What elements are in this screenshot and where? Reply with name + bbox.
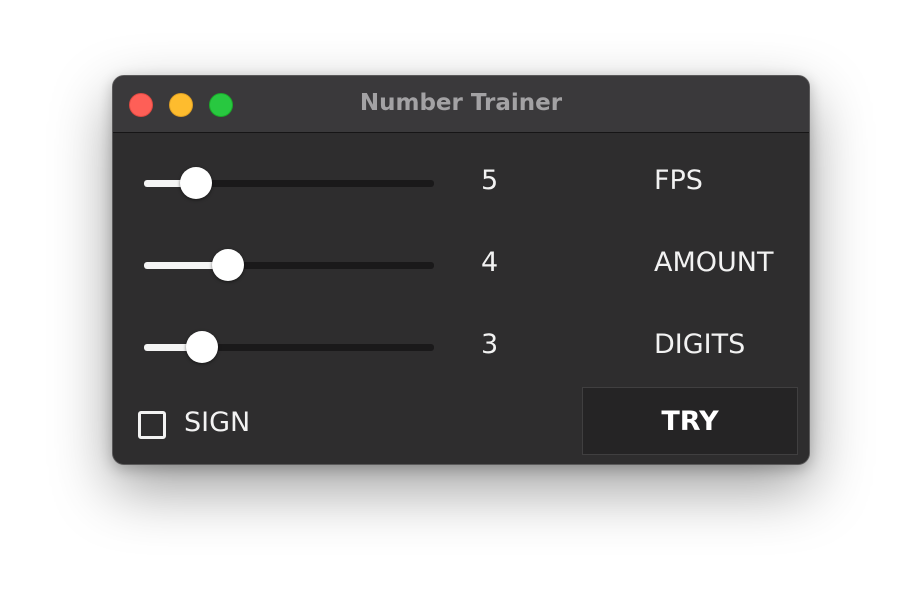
amount-slider[interactable]: [144, 245, 434, 285]
amount-row: 4 AMOUNT: [113, 245, 809, 305]
fps-value: 5: [481, 165, 499, 196]
sign-checkbox[interactable]: [138, 411, 166, 439]
sign-checkbox-label[interactable]: SIGN: [184, 407, 250, 438]
amount-label: AMOUNT: [654, 247, 774, 278]
slider-thumb[interactable]: [212, 249, 244, 281]
digits-label: DIGITS: [654, 329, 746, 360]
fps-slider[interactable]: [144, 163, 434, 203]
content-area: 5 FPS 4 AMOUNT 3 DIGITS SIGN TRY: [113, 133, 809, 464]
fps-row: 5 FPS: [113, 163, 809, 223]
title-bar[interactable]: Number Trainer: [113, 76, 809, 133]
window-title: Number Trainer: [359, 90, 563, 116]
digits-value: 3: [481, 329, 499, 360]
digits-slider[interactable]: [144, 327, 434, 367]
slider-thumb[interactable]: [180, 167, 212, 199]
fps-label: FPS: [654, 165, 703, 196]
digits-row: 3 DIGITS: [113, 327, 809, 387]
slider-thumb[interactable]: [186, 331, 218, 363]
try-button[interactable]: TRY: [582, 387, 798, 455]
amount-value: 4: [481, 247, 499, 278]
app-window: Number Trainer 5 FPS 4 AMOUNT 3 DIGITS S…: [112, 75, 810, 465]
